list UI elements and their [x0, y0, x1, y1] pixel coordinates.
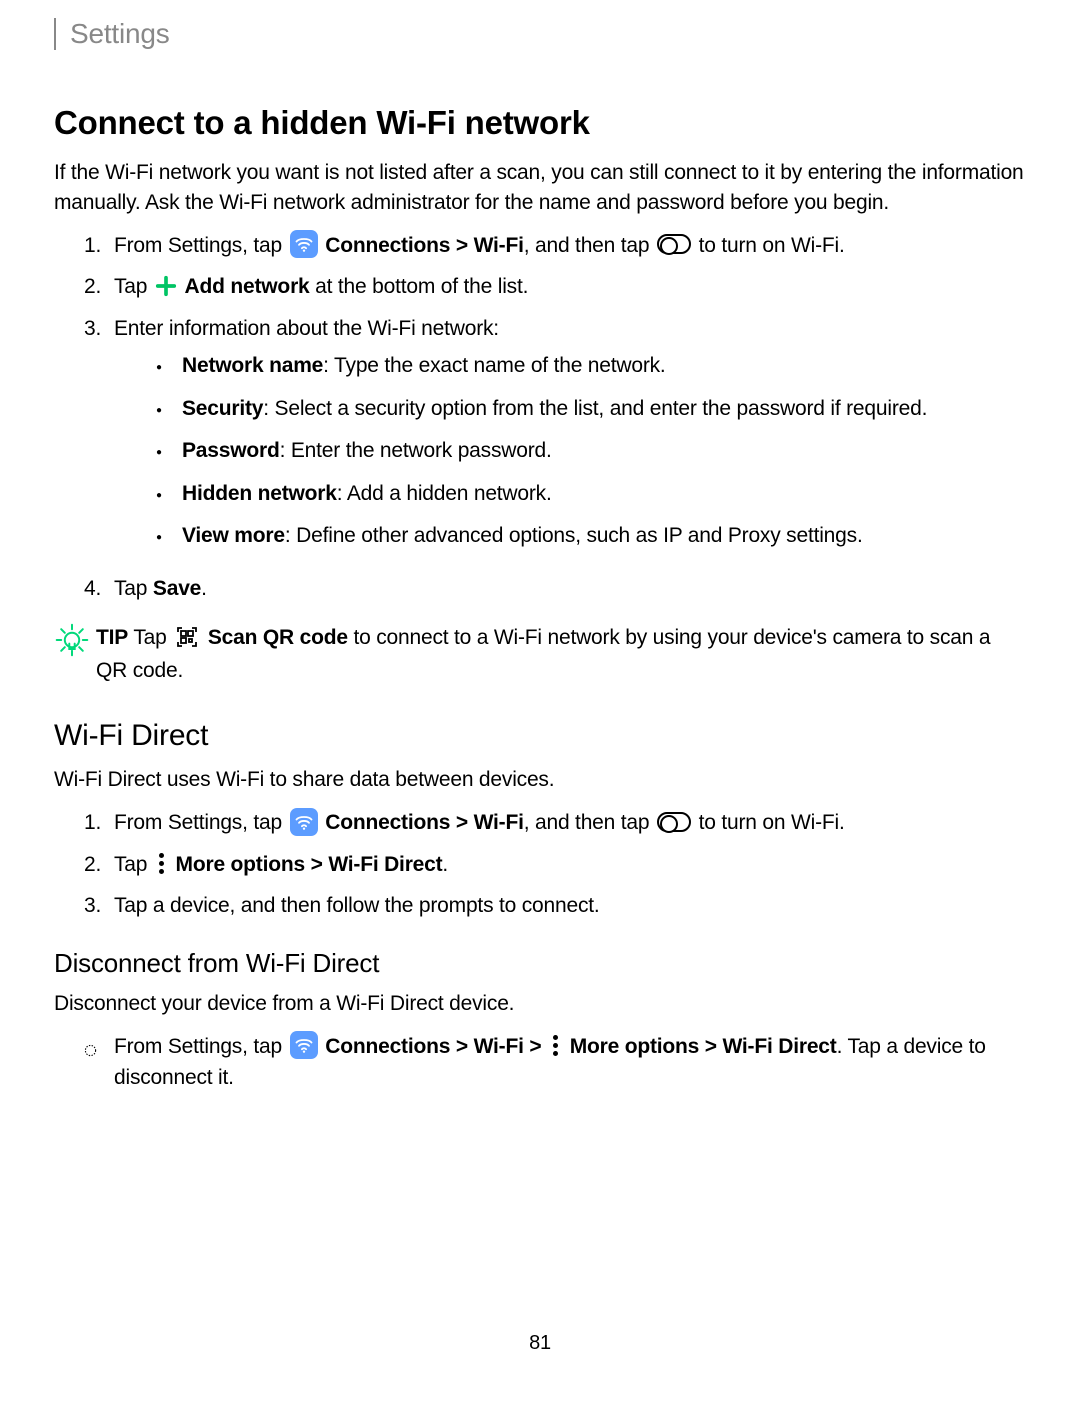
text: : Select a security option from the list… — [263, 397, 927, 420]
page-number: 81 — [0, 1332, 1080, 1355]
text-bold: More options — [176, 853, 305, 876]
text-bold: Wi-Fi Direct — [722, 1035, 836, 1058]
step-content: From Settings, tap Connections > Wi-Fi, … — [114, 807, 1026, 839]
text-bold: Hidden network — [182, 482, 337, 505]
text-bold: Password — [182, 439, 280, 462]
text: Tap — [128, 626, 167, 649]
text: . — [442, 853, 448, 876]
bullet-content: Password: Enter the network password. — [182, 435, 1026, 468]
wifi-icon — [290, 808, 318, 836]
text: From Settings, tap — [114, 1035, 282, 1058]
text-bold: Wi-Fi — [474, 234, 524, 257]
text: : Enter the network password. — [280, 439, 552, 462]
text-bold: > — [524, 1035, 547, 1058]
step-num: 3. — [84, 890, 114, 922]
toggle-icon — [657, 234, 691, 254]
steps-wifi-direct: 1. From Settings, tap Connections > Wi-F… — [54, 807, 1026, 922]
text-bold: Wi-Fi Direct — [328, 853, 442, 876]
text: : Type the exact name of the network. — [323, 354, 665, 377]
text: : Add a hidden network. — [337, 482, 552, 505]
intro-disconnect: Disconnect your device from a Wi-Fi Dire… — [54, 989, 1026, 1019]
text-bold: > — [450, 811, 473, 834]
circle-bullet-icon — [84, 1031, 114, 1067]
bullet-content: Security: Select a security option from … — [182, 393, 1026, 426]
step-content: Tap Save. — [114, 573, 1026, 605]
text: : Define other advanced options, such as… — [285, 524, 863, 547]
text-bold: Wi-Fi — [474, 1035, 524, 1058]
step-num: 1. — [84, 807, 114, 839]
bullet-content: View more: Define other advanced options… — [182, 520, 1026, 553]
text: , and then tap — [524, 811, 650, 834]
toggle-icon — [657, 812, 691, 832]
intro-hidden-wifi: If the Wi-Fi network you want is not lis… — [54, 158, 1026, 218]
heading-hidden-wifi: Connect to a hidden Wi-Fi network — [54, 104, 1026, 142]
steps-hidden-wifi: 1. From Settings, tap Connections > Wi-F… — [54, 230, 1026, 605]
bullet-mark: ● — [156, 435, 182, 461]
text: Tap — [114, 275, 147, 298]
step-num: 3. — [84, 313, 114, 345]
header-bar: Settings — [54, 18, 1026, 50]
text: . — [201, 577, 207, 600]
text: Tap — [114, 853, 147, 876]
step-num: 2. — [84, 271, 114, 303]
header-title: Settings — [70, 18, 1026, 50]
text-bold: Save — [153, 577, 201, 600]
sub-bullets: ●Network name: Type the exact name of th… — [114, 350, 1026, 553]
text-bold: Connections — [325, 811, 450, 834]
more-options-icon — [155, 853, 168, 874]
bullet-mark: ● — [156, 350, 182, 376]
text-bold: > — [305, 853, 328, 876]
intro-wifi-direct: Wi-Fi Direct uses Wi-Fi to share data be… — [54, 765, 1026, 795]
step-num: 2. — [84, 849, 114, 881]
text-bold: Connections — [325, 234, 450, 257]
text: at the bottom of the list. — [310, 275, 529, 298]
tip-content: TIP Tap Scan QR code to connect to a Wi-… — [96, 622, 1026, 687]
lightbulb-icon — [54, 622, 96, 664]
text-bold: Add network — [185, 275, 310, 298]
step-content: From Settings, tap Connections > Wi-Fi, … — [114, 230, 1026, 262]
step-content: From Settings, tap Connections > Wi-Fi >… — [114, 1031, 1026, 1094]
step-num: 4. — [84, 573, 114, 605]
text-bold: Network name — [182, 354, 323, 377]
bullet-content: Network name: Type the exact name of the… — [182, 350, 1026, 383]
text-bold: Scan QR code — [208, 626, 348, 649]
text: Enter information about the Wi-Fi networ… — [114, 317, 499, 340]
text-bold: Wi-Fi — [474, 811, 524, 834]
step-content: Tap More options > Wi-Fi Direct. — [114, 849, 1026, 881]
tip-block: TIP Tap Scan QR code to connect to a Wi-… — [54, 622, 1026, 687]
step-content: Tap a device, and then follow the prompt… — [114, 890, 1026, 922]
bullet-mark: ● — [156, 393, 182, 419]
text-bold: > — [450, 234, 473, 257]
heading-wifi-direct: Wi-Fi Direct — [54, 719, 1026, 753]
text-bold: View more — [182, 524, 285, 547]
text-bold: > — [450, 1035, 473, 1058]
text: From Settings, tap — [114, 811, 282, 834]
text-bold: More options — [570, 1035, 699, 1058]
text-bold: Security — [182, 397, 263, 420]
heading-disconnect: Disconnect from Wi-Fi Direct — [54, 948, 1026, 979]
steps-disconnect: From Settings, tap Connections > Wi-Fi >… — [54, 1031, 1026, 1094]
plus-icon — [155, 275, 177, 297]
bullet-mark: ● — [156, 478, 182, 504]
qr-icon — [174, 624, 200, 650]
text: From Settings, tap — [114, 234, 282, 257]
step-content: Enter information about the Wi-Fi networ… — [114, 313, 1026, 563]
text: to turn on Wi-Fi. — [699, 811, 845, 834]
wifi-icon — [290, 230, 318, 258]
more-options-icon — [549, 1035, 562, 1056]
bullet-mark: ● — [156, 520, 182, 546]
bullet-content: Hidden network: Add a hidden network. — [182, 478, 1026, 511]
text-bold: Connections — [325, 1035, 450, 1058]
text: , and then tap — [524, 234, 650, 257]
step-content: Tap Add network at the bottom of the lis… — [114, 271, 1026, 303]
text-bold: > — [699, 1035, 722, 1058]
text: Tap — [114, 577, 153, 600]
text: to turn on Wi-Fi. — [699, 234, 845, 257]
wifi-icon — [290, 1031, 318, 1059]
tip-label: TIP — [96, 626, 128, 649]
step-num: 1. — [84, 230, 114, 262]
